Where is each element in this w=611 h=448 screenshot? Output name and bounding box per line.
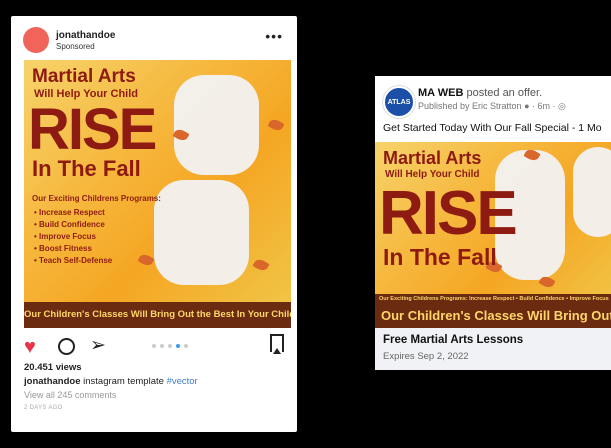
ad-title-line1: Martial Arts [32,66,136,87]
send-icon[interactable]: ➢ [90,334,106,357]
offer-footer[interactable]: Free Martial Arts Lessons Expires Sep 2,… [375,328,611,370]
avatar[interactable] [23,27,49,53]
post-actions: ♥ ➢ [24,334,284,358]
leaf-decoration [137,252,155,268]
programs-list: Increase Respect Build Confidence Improv… [34,207,112,267]
kicking-child-figure [154,180,249,285]
ad-title-big: RISE [379,179,518,248]
info-icon[interactable]: ● [524,101,529,111]
kicking-child-figure [573,147,611,237]
program-item: Improve Focus [34,231,112,243]
page-name[interactable]: MA WEB [418,87,463,99]
leaf-decoration [267,117,285,133]
post-header: MA WEB posted an offer. [418,87,542,99]
view-comments-link[interactable]: View all 245 comments [24,390,116,400]
leaf-decoration [252,257,270,273]
comment-icon[interactable] [58,338,75,355]
ad-banner: Our Children's Classes Will Bring Out th… [24,302,291,328]
caption-username[interactable]: jonathandoe [24,376,80,387]
ad-banner: Our Children's Classes Will Bring Out th… [375,304,611,328]
carousel-dots [152,344,188,348]
ad-image[interactable]: Martial Arts Will Help Your Child RISE I… [24,60,291,328]
caption-hashtag[interactable]: #vector [167,376,198,387]
post-username[interactable]: jonathandoe [56,30,115,41]
sponsored-label: Sponsored [56,42,95,51]
post-meta: Published by Eric Stratton ● · 6m · ◎ [418,101,566,112]
caption: jonathandoe instagram template #vector [24,376,198,387]
program-item: Teach Self-Defense [34,255,112,267]
post-action: posted an offer. [466,87,543,99]
page-avatar[interactable]: ATLAS [383,86,415,118]
ad-image[interactable]: Martial Arts Will Help Your Child RISE I… [375,142,611,328]
carousel-dot[interactable] [168,344,172,348]
facebook-offer-card: ATLAS MA WEB posted an offer. Published … [375,76,611,370]
program-item: Boost Fitness [34,243,112,255]
programs-strip: Our Exciting Childrens Programs: Increas… [375,294,611,304]
heart-icon[interactable]: ♥ [24,336,36,359]
published-by: Published by Eric Stratton [418,101,522,111]
program-item: Build Confidence [34,219,112,231]
ad-title-big: RISE [28,97,157,162]
offer-title[interactable]: Free Martial Arts Lessons [383,334,523,346]
views-count: 20.451 views [24,362,82,373]
ad-title-line3: In The Fall [32,156,141,181]
globe-icon: ◎ [558,101,566,111]
carousel-dot[interactable] [160,344,164,348]
carousel-dot[interactable] [176,344,180,348]
post-timestamp: 2 DAYS AGO [24,405,63,411]
carousel-dot[interactable] [152,344,156,348]
program-item: Increase Respect [34,207,112,219]
leaf-decoration [538,274,556,290]
more-options-icon[interactable]: ••• [265,29,283,43]
post-time[interactable]: · 6m · [532,101,556,111]
kicking-child-figure [174,75,259,175]
programs-heading: Our Exciting Childrens Programs: [32,194,161,203]
post-text: Get Started Today With Our Fall Special … [383,122,602,134]
ad-title-line3: In The Fall [383,244,497,270]
carousel-dot[interactable] [184,344,188,348]
instagram-post-card: jonathandoe Sponsored ••• Martial Arts W… [11,16,297,432]
bookmark-icon[interactable] [270,334,284,354]
ad-title-line1: Martial Arts [383,148,482,168]
caption-text: instagram template [83,376,164,387]
offer-expiry: Expires Sep 2, 2022 [383,351,469,362]
